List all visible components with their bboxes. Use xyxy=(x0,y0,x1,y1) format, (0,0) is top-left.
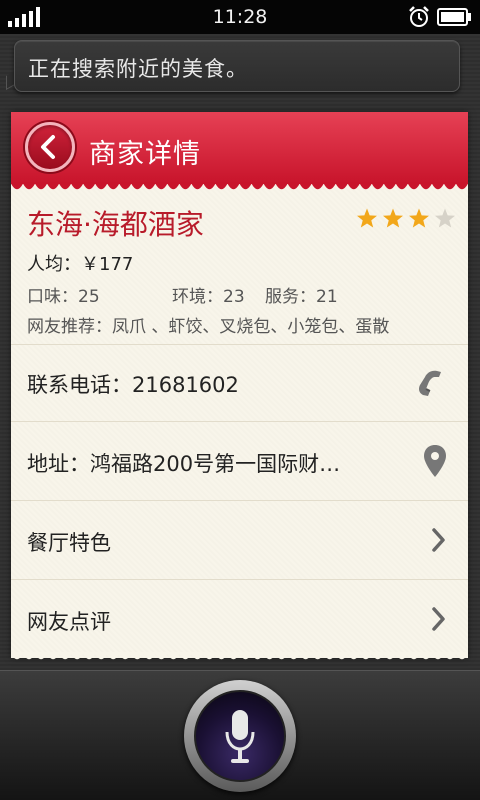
status-bar: 11:28 xyxy=(0,0,480,34)
score-service: 服务：21 xyxy=(265,287,338,307)
rating-stars xyxy=(357,208,455,228)
restaurant-detail-card: 商家详情 东海·海都酒家 人均：￥177 口味：25 环境：23 服务：21 网… xyxy=(11,112,468,658)
chevron-right-icon xyxy=(432,528,445,552)
phone-row[interactable]: 联系电话：21681602 xyxy=(11,345,468,421)
restaurant-name: 东海·海都酒家 xyxy=(27,208,204,241)
address-label: 地址：鸿福路200号第一国际财… xyxy=(27,452,341,476)
star-filled-icon xyxy=(409,208,429,228)
recommended-dishes: 网友推荐：凤爪 、虾饺、叉烧包、小笼包、蛋散 xyxy=(27,317,390,337)
phone-icon xyxy=(419,370,441,396)
scores-row: 口味：25 环境：23 服务：21 xyxy=(27,282,457,307)
reviews-label: 网友点评 xyxy=(27,610,111,634)
features-label: 餐厅特色 xyxy=(27,531,111,555)
microphone-icon xyxy=(225,710,255,763)
star-filled-icon xyxy=(383,208,403,228)
map-pin-icon xyxy=(424,445,446,477)
alarm-clock-icon xyxy=(409,6,429,27)
card-header xyxy=(11,112,468,184)
score-taste: 口味：25 xyxy=(27,287,100,307)
average-price: 人均：￥177 xyxy=(27,254,134,275)
assistant-speech-text: 正在搜索附近的美食。 xyxy=(28,57,248,81)
score-environment: 环境：23 xyxy=(172,287,245,307)
back-button[interactable] xyxy=(25,122,75,172)
features-row[interactable]: 餐厅特色 xyxy=(11,501,468,579)
star-empty-icon xyxy=(435,208,455,228)
battery-icon xyxy=(437,8,471,26)
header-scallop-edge xyxy=(11,182,468,190)
reviews-row[interactable]: 网友点评 xyxy=(11,580,468,656)
chevron-right-icon xyxy=(432,607,445,631)
chevron-left-icon xyxy=(41,135,55,159)
star-filled-icon xyxy=(357,208,377,228)
phone-label: 联系电话：21681602 xyxy=(27,373,239,397)
page-title: 商家详情 xyxy=(89,139,201,170)
address-row[interactable]: 地址：鸿福路200号第一国际财… xyxy=(11,422,468,500)
card-bottom-edge xyxy=(11,652,468,660)
